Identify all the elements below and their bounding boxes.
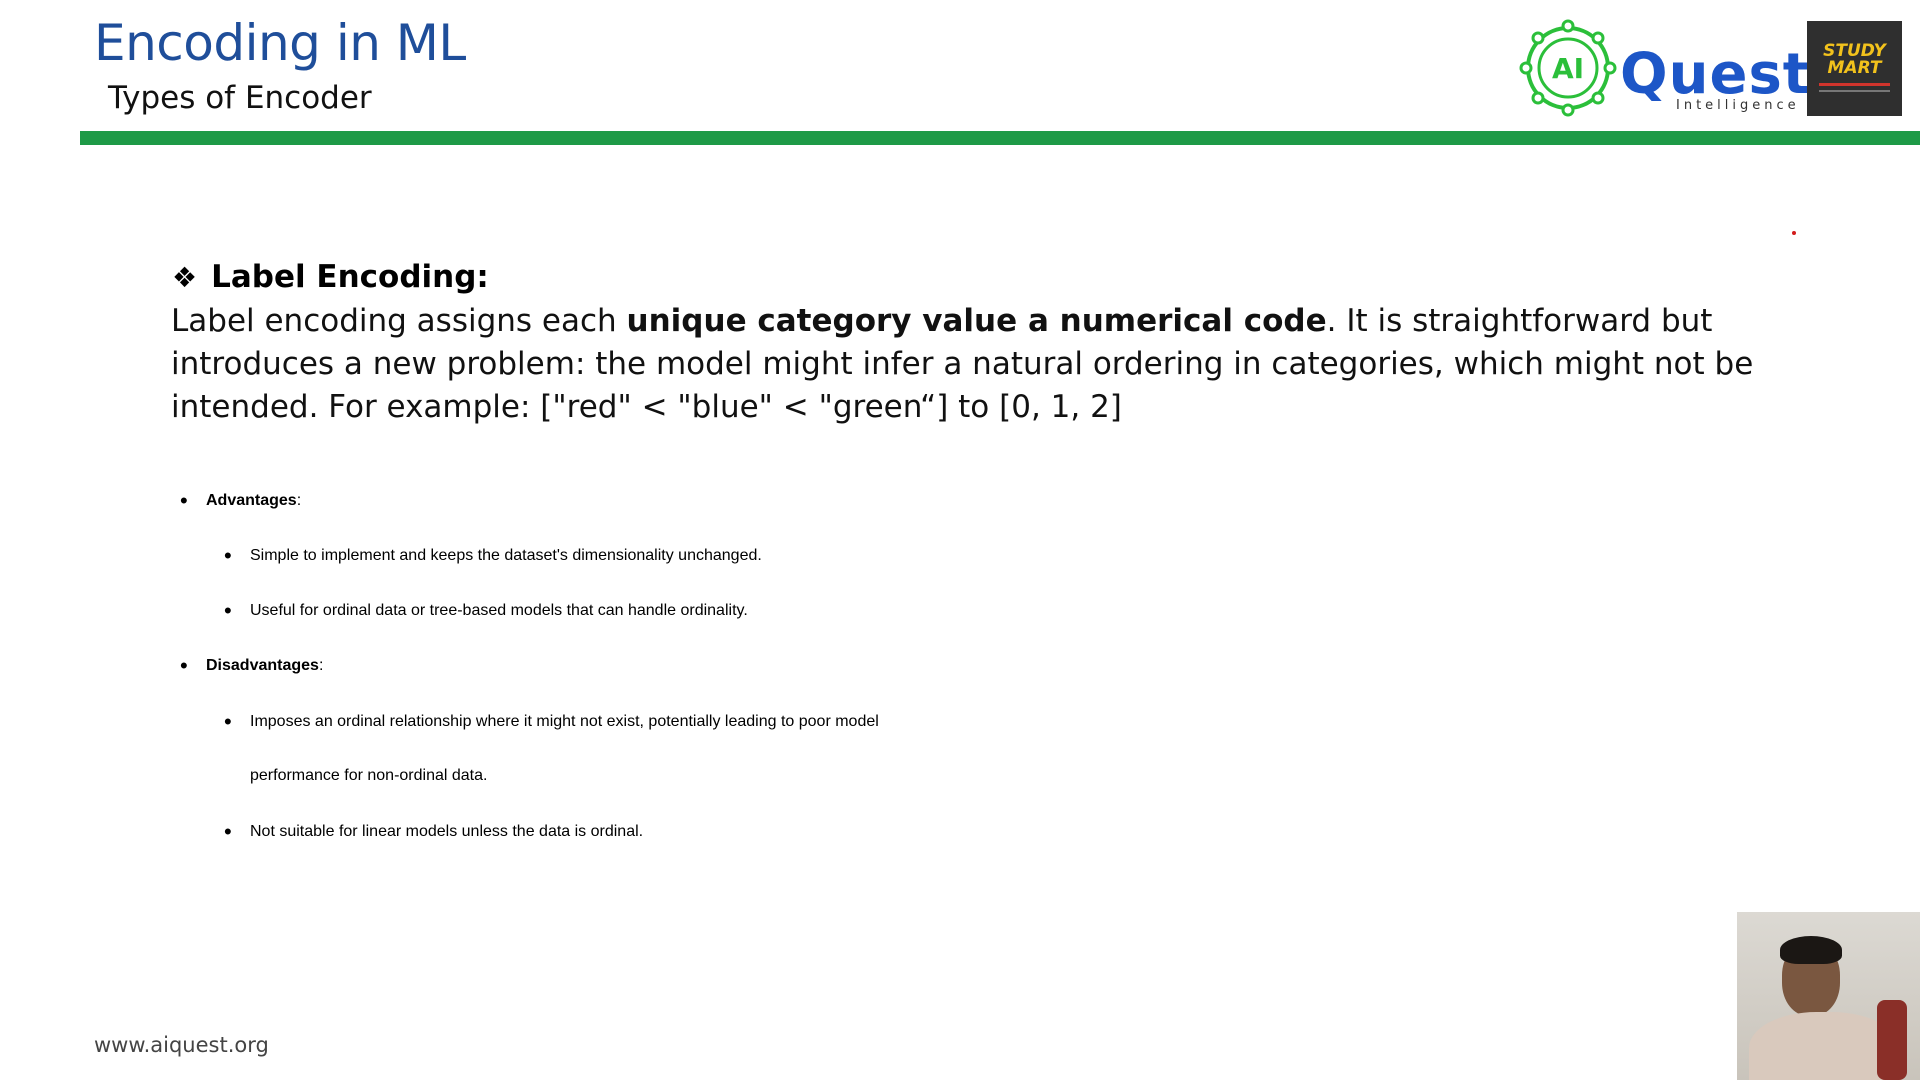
advantages-row: • Advantages: [180,488,302,513]
advantages-label: Advantages [206,492,297,509]
section-heading-text: Label Encoding: [211,259,489,295]
advantages-suffix: : [296,492,302,509]
presenter-hair [1780,936,1842,964]
ai-badge-text: AI [1552,52,1584,85]
bullet-dot-icon: • [224,819,232,844]
study-mart-logo: STUDY MART [1807,21,1902,116]
disadvantages-label: Disadvantages [206,657,319,674]
disadvantage-item-continuation: performance for non-ordinal data. [250,767,487,785]
bullet-dot-icon: • [224,598,232,623]
slide-title: Encoding in ML [94,14,466,72]
header-rule [80,131,1920,145]
diamond-bullet-icon: ❖ [172,260,198,294]
disadvantage-text: Not suitable for linear models unless th… [250,823,644,840]
disadvantages-row: • Disadvantages: [180,653,324,678]
footer-url: www.aiquest.org [94,1033,269,1057]
para-bold: unique category value a numerical code [626,303,1327,339]
study-mart-line2: MART [1827,58,1882,78]
presenter-webcam [1737,912,1920,1080]
disadvantage-text: Imposes an ordinal relationship where it… [250,713,879,730]
bullet-dot-icon: • [180,488,188,513]
bullet-dot-icon: • [224,543,232,568]
chair-back [1877,1000,1907,1080]
section-heading: ❖ Label Encoding: [172,259,489,295]
description-paragraph: Label encoding assigns each unique categ… [171,300,1851,429]
bullet-dot-icon: • [224,709,232,734]
disadvantage-item: • Not suitable for linear models unless … [224,819,644,844]
advantage-item: • Simple to implement and keeps the data… [224,543,762,568]
bullet-dot-icon: • [180,653,188,678]
study-mart-underline [1819,90,1890,92]
ai-quest-logo: AI Quest Intelligence [1518,18,1810,118]
slide-subtitle: Types of Encoder [108,80,372,116]
advantage-text: Useful for ordinal data or tree-based mo… [250,602,748,619]
advantage-item: • Useful for ordinal data or tree-based … [224,598,748,623]
study-mart-stripe [1819,83,1890,86]
disadvantages-suffix: : [318,657,324,674]
disadvantage-item: • Imposes an ordinal relationship where … [224,709,879,734]
ai-gear-icon: AI [1519,19,1617,117]
disadvantage-text: performance for non-ordinal data. [250,767,488,784]
para-start: Label encoding assigns each [171,303,627,339]
laser-pointer-dot [1792,231,1796,235]
quest-tagline: Intelligence [1676,98,1800,113]
advantage-text: Simple to implement and keeps the datase… [250,547,762,564]
